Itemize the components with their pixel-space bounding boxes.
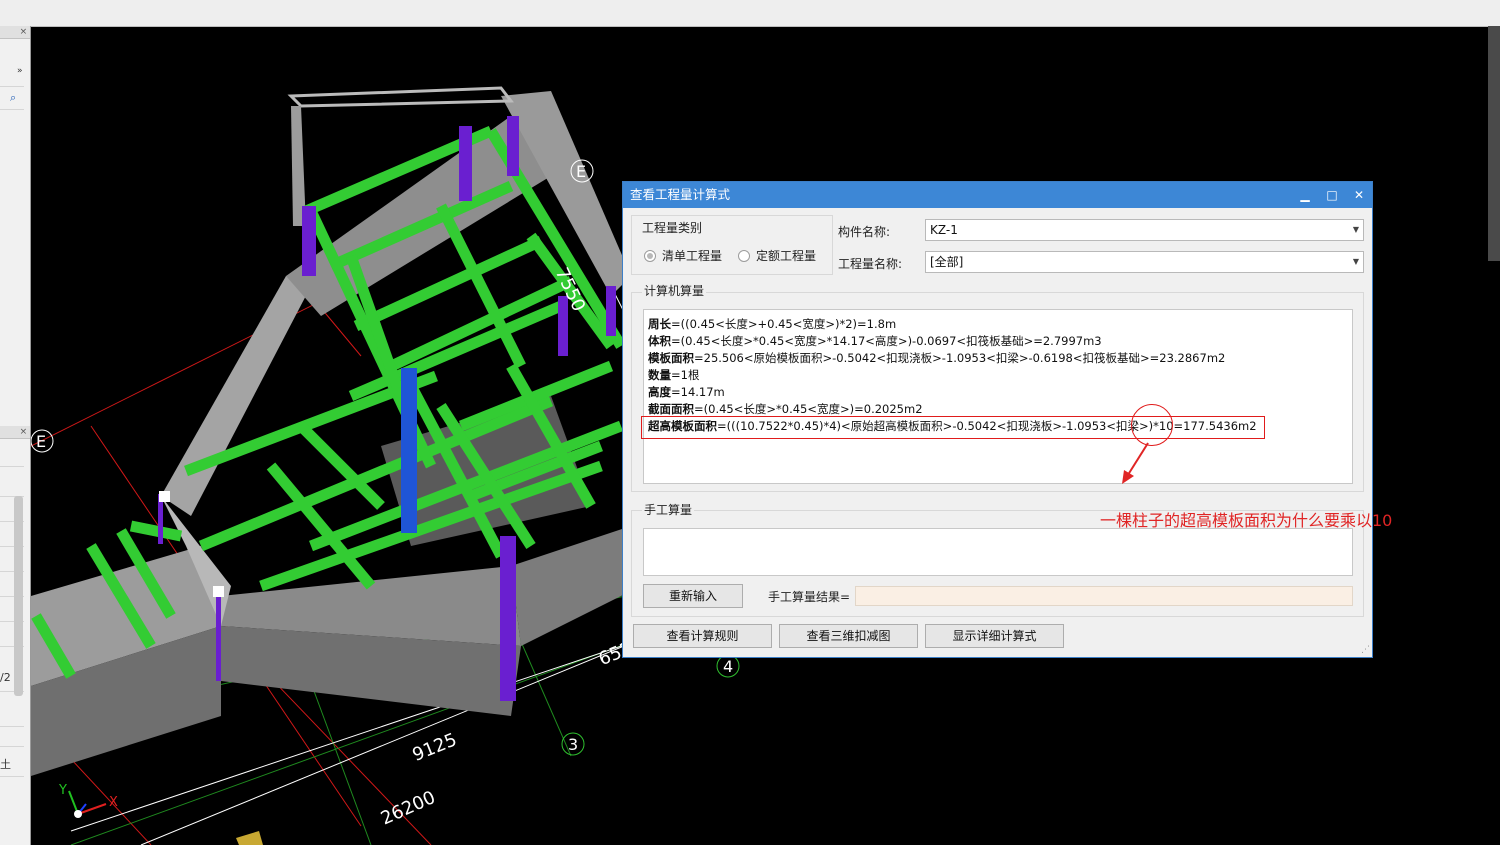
component-name-select[interactable]: KZ-1 ▼ [925, 219, 1364, 241]
dim-label-9125: 9125 [409, 729, 459, 766]
yellow-object [236, 831, 263, 845]
manual-section-label: 手工算量 [642, 501, 695, 518]
axis-marker-3-label: 3 [568, 735, 578, 754]
dialog-title: 查看工程量计算式 [630, 187, 731, 202]
blue-column [401, 368, 417, 533]
radio-quota-qty-label: 定额工程量 [756, 249, 817, 263]
top-toolbar [0, 0, 1500, 27]
component-name-label: 构件名称: [838, 225, 891, 239]
manual-result-label: 手工算量结果= [768, 590, 851, 604]
dialog-titlebar[interactable]: 查看工程量计算式 ▁ □ ✕ [623, 182, 1372, 208]
calc-section-label: 计算机算量 [642, 282, 707, 299]
x-axis-label: X [109, 795, 118, 810]
left-scrollbar[interactable] [14, 496, 23, 696]
reinput-button[interactable]: 重新输入 [643, 584, 743, 608]
panel2-close-icon[interactable]: × [0, 426, 30, 439]
y-axis-label: Y [58, 783, 67, 798]
left-fragment-2: 土 [0, 758, 11, 771]
qty-type-label: 工程量类别 [642, 221, 703, 235]
annotation-text: 一棵柱子的超高模板面积为什么要乘以10 [1100, 511, 1393, 530]
axis-marker-e-left-label: E [36, 432, 46, 451]
formula-line: 体积=(0.45<长度>*0.45<宽度>*14.17<高度>)-0.0697<… [648, 334, 1102, 348]
radio-bill-qty[interactable] [644, 250, 656, 262]
dim-label-26200: 26200 [378, 787, 439, 829]
formula-line: 数量=1根 [648, 368, 700, 382]
radio-quota-qty[interactable] [738, 250, 750, 262]
show-detail-button[interactable]: 显示详细计算式 [925, 624, 1064, 648]
formula-line: 高度=14.17m [648, 385, 725, 399]
left-panel: × » ⌕ × /2 土 [0, 26, 31, 845]
coordinate-triad: X Y [58, 783, 118, 818]
formula-line: 周长=((0.45<长度>+0.45<宽度>)*2)=1.8m [648, 317, 897, 331]
expand-icon[interactable]: » [17, 66, 23, 76]
resize-grip-icon[interactable]: ⋰ [1361, 645, 1370, 655]
qty-name-select[interactable]: [全部] ▼ [925, 251, 1364, 273]
left-fragment-1: /2 [0, 671, 11, 684]
manual-input-box[interactable] [643, 528, 1353, 576]
maximize-icon[interactable]: □ [1320, 182, 1344, 208]
radio-bill-qty-label: 清单工程量 [662, 249, 723, 263]
qty-type-group: 工程量类别 清单工程量 定额工程量 [631, 215, 833, 275]
qty-name-label: 工程量名称: [838, 257, 903, 271]
view-3d-button[interactable]: 查看三维扣减图 [779, 624, 918, 648]
search-icon[interactable]: ⌕ [10, 91, 16, 105]
manual-result-field[interactable] [855, 586, 1353, 606]
chevron-down-icon: ▼ [1352, 225, 1359, 234]
axis-marker-e-top-label: E [576, 162, 586, 181]
formula-line: 模板面积=25.506<原始模板面积>-0.5042<扣现浇板>-1.0953<… [648, 351, 1226, 365]
close-icon[interactable]: ✕ [1347, 182, 1371, 208]
right-toolstrip [1488, 26, 1500, 261]
view-rules-button[interactable]: 查看计算规则 [633, 624, 772, 648]
formula-textbox[interactable]: 周长=((0.45<长度>+0.45<宽度>)*2)=1.8m 体积=(0.45… [643, 309, 1353, 484]
formula-line: 截面面积=(0.45<长度>*0.45<宽度>)=0.2025m2 [648, 402, 923, 416]
axis-marker-4-label: 4 [723, 657, 733, 676]
component-name-value: KZ-1 [930, 223, 958, 237]
qty-name-value: [全部] [930, 255, 964, 269]
annotation-arrow-icon [1122, 442, 1149, 484]
panel-close-icon[interactable]: × [0, 26, 30, 39]
minimize-icon[interactable]: ▁ [1293, 182, 1317, 208]
chevron-down-icon: ▼ [1352, 257, 1359, 266]
